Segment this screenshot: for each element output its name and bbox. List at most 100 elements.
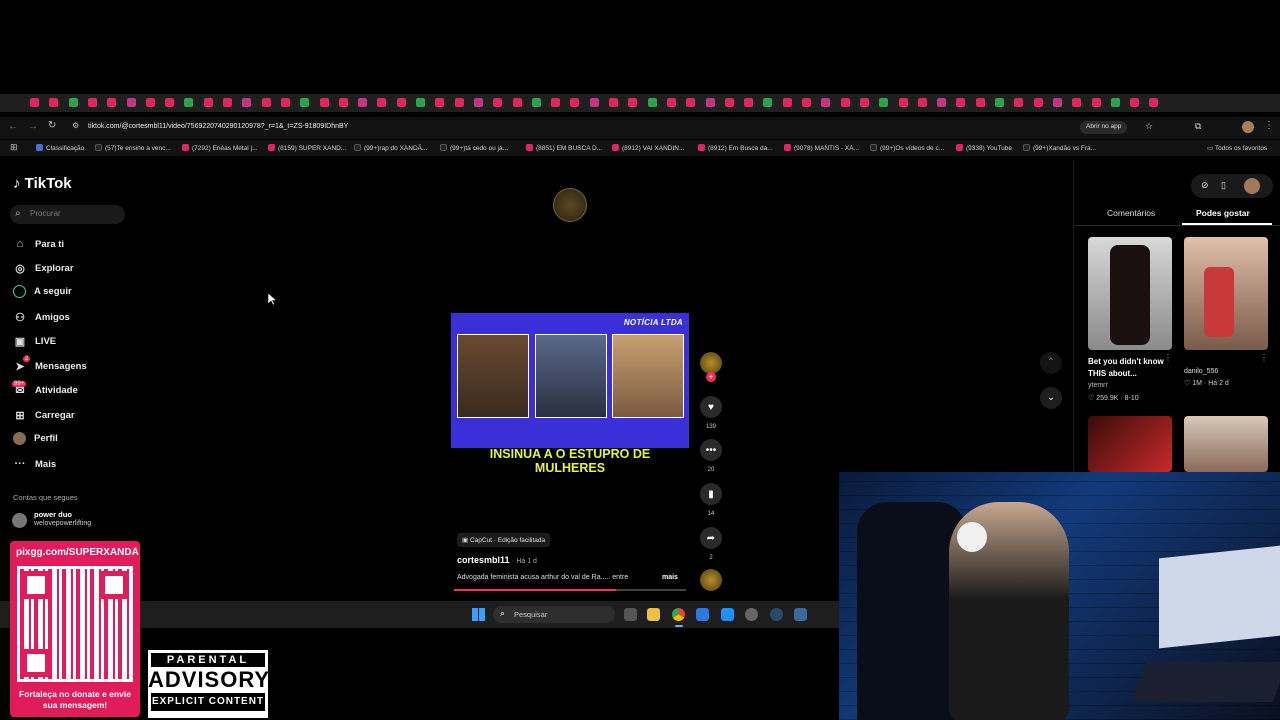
forward-icon[interactable]: → xyxy=(28,121,38,132)
browser-tab-favicon[interactable] xyxy=(280,98,290,107)
browser-tab-favicon[interactable] xyxy=(165,98,175,107)
bookmark-item[interactable]: (99+)Os vídeos de c... xyxy=(870,144,944,152)
bookmark-item[interactable]: (8159) SUPER XAND... xyxy=(268,144,346,152)
sound-disc[interactable] xyxy=(700,569,722,591)
search-box[interactable]: ⌕ xyxy=(10,205,125,224)
video-progress-track[interactable] xyxy=(454,589,686,591)
browser-tab-favicon[interactable] xyxy=(68,98,78,107)
card-menu-icon[interactable]: ⋮ xyxy=(1260,353,1268,362)
extensions-icon[interactable]: ⧉ xyxy=(1195,121,1201,132)
bookmark-item[interactable]: (57)Te ensino a venc... xyxy=(95,144,171,152)
share-button[interactable]: ➦ xyxy=(700,527,722,549)
browser-tab-favicon[interactable] xyxy=(512,98,522,107)
suggestion-card-thumbnail[interactable] xyxy=(1184,237,1268,350)
suggestion-card-thumbnail[interactable] xyxy=(1088,237,1172,350)
steam-icon[interactable] xyxy=(770,608,783,621)
card-user[interactable]: danilo_556 xyxy=(1184,368,1218,375)
next-video-button[interactable]: ⌄ xyxy=(1040,387,1062,409)
video-author[interactable]: cortesmbl11 · Há 1 d xyxy=(457,555,537,565)
nav-item-live[interactable]: ▣ LIVE xyxy=(13,334,56,348)
browser-tab-favicon[interactable] xyxy=(49,98,59,107)
video-player[interactable]: NOTÍCIA LTDA xyxy=(451,313,689,448)
browser-tab-favicon[interactable] xyxy=(879,98,889,107)
browser-tab-favicon[interactable] xyxy=(744,98,754,107)
browser-tab-favicon[interactable] xyxy=(107,98,117,107)
nav-item-mais[interactable]: ··· Mais xyxy=(13,457,57,471)
bookmark-item[interactable]: (99+)tá cedo ou já... xyxy=(440,144,508,152)
browser-tab-favicon[interactable] xyxy=(570,98,580,107)
bookmark-item[interactable]: (8851) EM BUSCA D... xyxy=(526,144,602,152)
browser-tab-favicon[interactable] xyxy=(203,98,213,107)
browser-tab-favicon[interactable] xyxy=(358,98,368,107)
browser-tab-favicon[interactable] xyxy=(821,98,831,107)
obs-icon[interactable] xyxy=(745,608,758,621)
like-button[interactable]: ♥ xyxy=(700,396,722,418)
windows-start-icon[interactable] xyxy=(472,608,485,621)
browser-tab-favicon[interactable] xyxy=(242,98,252,107)
browser-tab-favicon[interactable] xyxy=(995,98,1004,107)
browser-tab-favicon[interactable] xyxy=(338,98,348,107)
browser-tab-favicon[interactable] xyxy=(1149,98,1159,107)
browser-tab-favicon[interactable] xyxy=(956,98,966,107)
browser-tab-favicon[interactable] xyxy=(493,98,503,107)
comment-button[interactable]: ••• xyxy=(700,439,722,461)
bookmark-item[interactable]: Classificação xyxy=(36,144,84,152)
nav-item-para-ti[interactable]: ⌂ Para ti xyxy=(13,237,64,251)
bookmark-item[interactable]: (8912) VAI XANDIN... xyxy=(612,144,684,152)
browser-tab-favicon[interactable] xyxy=(87,98,97,107)
browser-tab-favicon[interactable] xyxy=(589,98,599,107)
tab-comentarios[interactable]: Comentários xyxy=(1107,208,1155,218)
chrome-icon[interactable] xyxy=(672,608,685,621)
bookmark-item[interactable]: (99+)Xandão vs Fra... xyxy=(1023,144,1096,152)
phone-icon[interactable]: ▯ xyxy=(1221,180,1226,191)
browser-tab-favicon[interactable] xyxy=(473,98,483,107)
browser-tab-favicon[interactable] xyxy=(802,98,811,107)
nav-item-a-seguir[interactable]: A seguir xyxy=(13,285,72,298)
tab-podes-gostar[interactable]: Podes gostar xyxy=(1196,208,1250,218)
browser-tab-favicon[interactable] xyxy=(377,98,387,107)
browser-tab-favicon[interactable] xyxy=(1072,98,1082,107)
browser-tab-favicon[interactable] xyxy=(937,98,947,107)
all-favorites[interactable]: ▭ Todos os favoritos xyxy=(1207,144,1267,152)
browser-tab-favicon[interactable] xyxy=(223,98,232,107)
app-icon[interactable] xyxy=(696,608,709,621)
task-view-icon[interactable] xyxy=(624,608,637,621)
browser-tab-favicon[interactable] xyxy=(531,98,541,107)
nav-item-perfil[interactable]: Perfil xyxy=(13,432,58,445)
browser-tab-favicon[interactable] xyxy=(319,98,329,107)
bookmark-item[interactable]: (7292) Enéas Metal |... xyxy=(182,144,258,152)
capcut-tag[interactable]: ▣ CapCut · Edição facilitada xyxy=(457,533,551,547)
browser-tab-favicon[interactable] xyxy=(782,98,792,107)
browser-tab-favicon[interactable] xyxy=(686,98,696,107)
browser-tab-favicon[interactable] xyxy=(184,98,194,107)
browser-tab-favicon[interactable] xyxy=(551,98,561,107)
card-title[interactable]: Bet you didn't know THIS about... xyxy=(1088,356,1172,380)
tiktok-logo[interactable]: ♪ TikTok xyxy=(13,175,72,192)
browser-tab-favicon[interactable] xyxy=(435,98,445,107)
browser-tab-favicon[interactable] xyxy=(126,98,136,107)
browser-tab-favicon[interactable] xyxy=(1110,98,1120,107)
creator-avatar[interactable] xyxy=(700,352,722,374)
description-more-link[interactable]: mais xyxy=(662,574,678,581)
browser-tab-favicon[interactable] xyxy=(261,98,271,107)
profile-avatar[interactable] xyxy=(1242,121,1254,133)
nav-item-explorar[interactable]: ◎ Explorar xyxy=(13,261,73,275)
browser-tab-favicon[interactable] xyxy=(1033,98,1043,107)
apps-icon[interactable]: ⊞ xyxy=(10,142,18,153)
compass-icon[interactable]: ⊘ xyxy=(1201,180,1209,191)
browser-tab-favicon[interactable] xyxy=(724,98,734,107)
browser-tab-favicon[interactable] xyxy=(145,98,155,107)
browser-tab-favicon[interactable] xyxy=(975,98,985,107)
browser-tab-favicon[interactable] xyxy=(705,98,715,107)
browser-tab-favicon[interactable] xyxy=(609,98,618,107)
bookmark-item[interactable]: (99+)rap do XANDÃ... xyxy=(354,144,427,152)
site-info-icon[interactable]: ⚙ xyxy=(72,121,79,130)
browser-tab-favicon[interactable] xyxy=(840,98,850,107)
menu-icon[interactable]: ⋮ xyxy=(1264,120,1274,131)
vscode-icon[interactable] xyxy=(721,608,734,621)
browser-tab-favicon[interactable] xyxy=(647,98,657,107)
card-menu-icon[interactable]: ⋮ xyxy=(1164,353,1172,362)
bookmark-star-icon[interactable]: ☆ xyxy=(1145,121,1153,132)
card-user[interactable]: ytemrr xyxy=(1088,382,1108,389)
browser-tab-favicon[interactable] xyxy=(1052,98,1062,107)
